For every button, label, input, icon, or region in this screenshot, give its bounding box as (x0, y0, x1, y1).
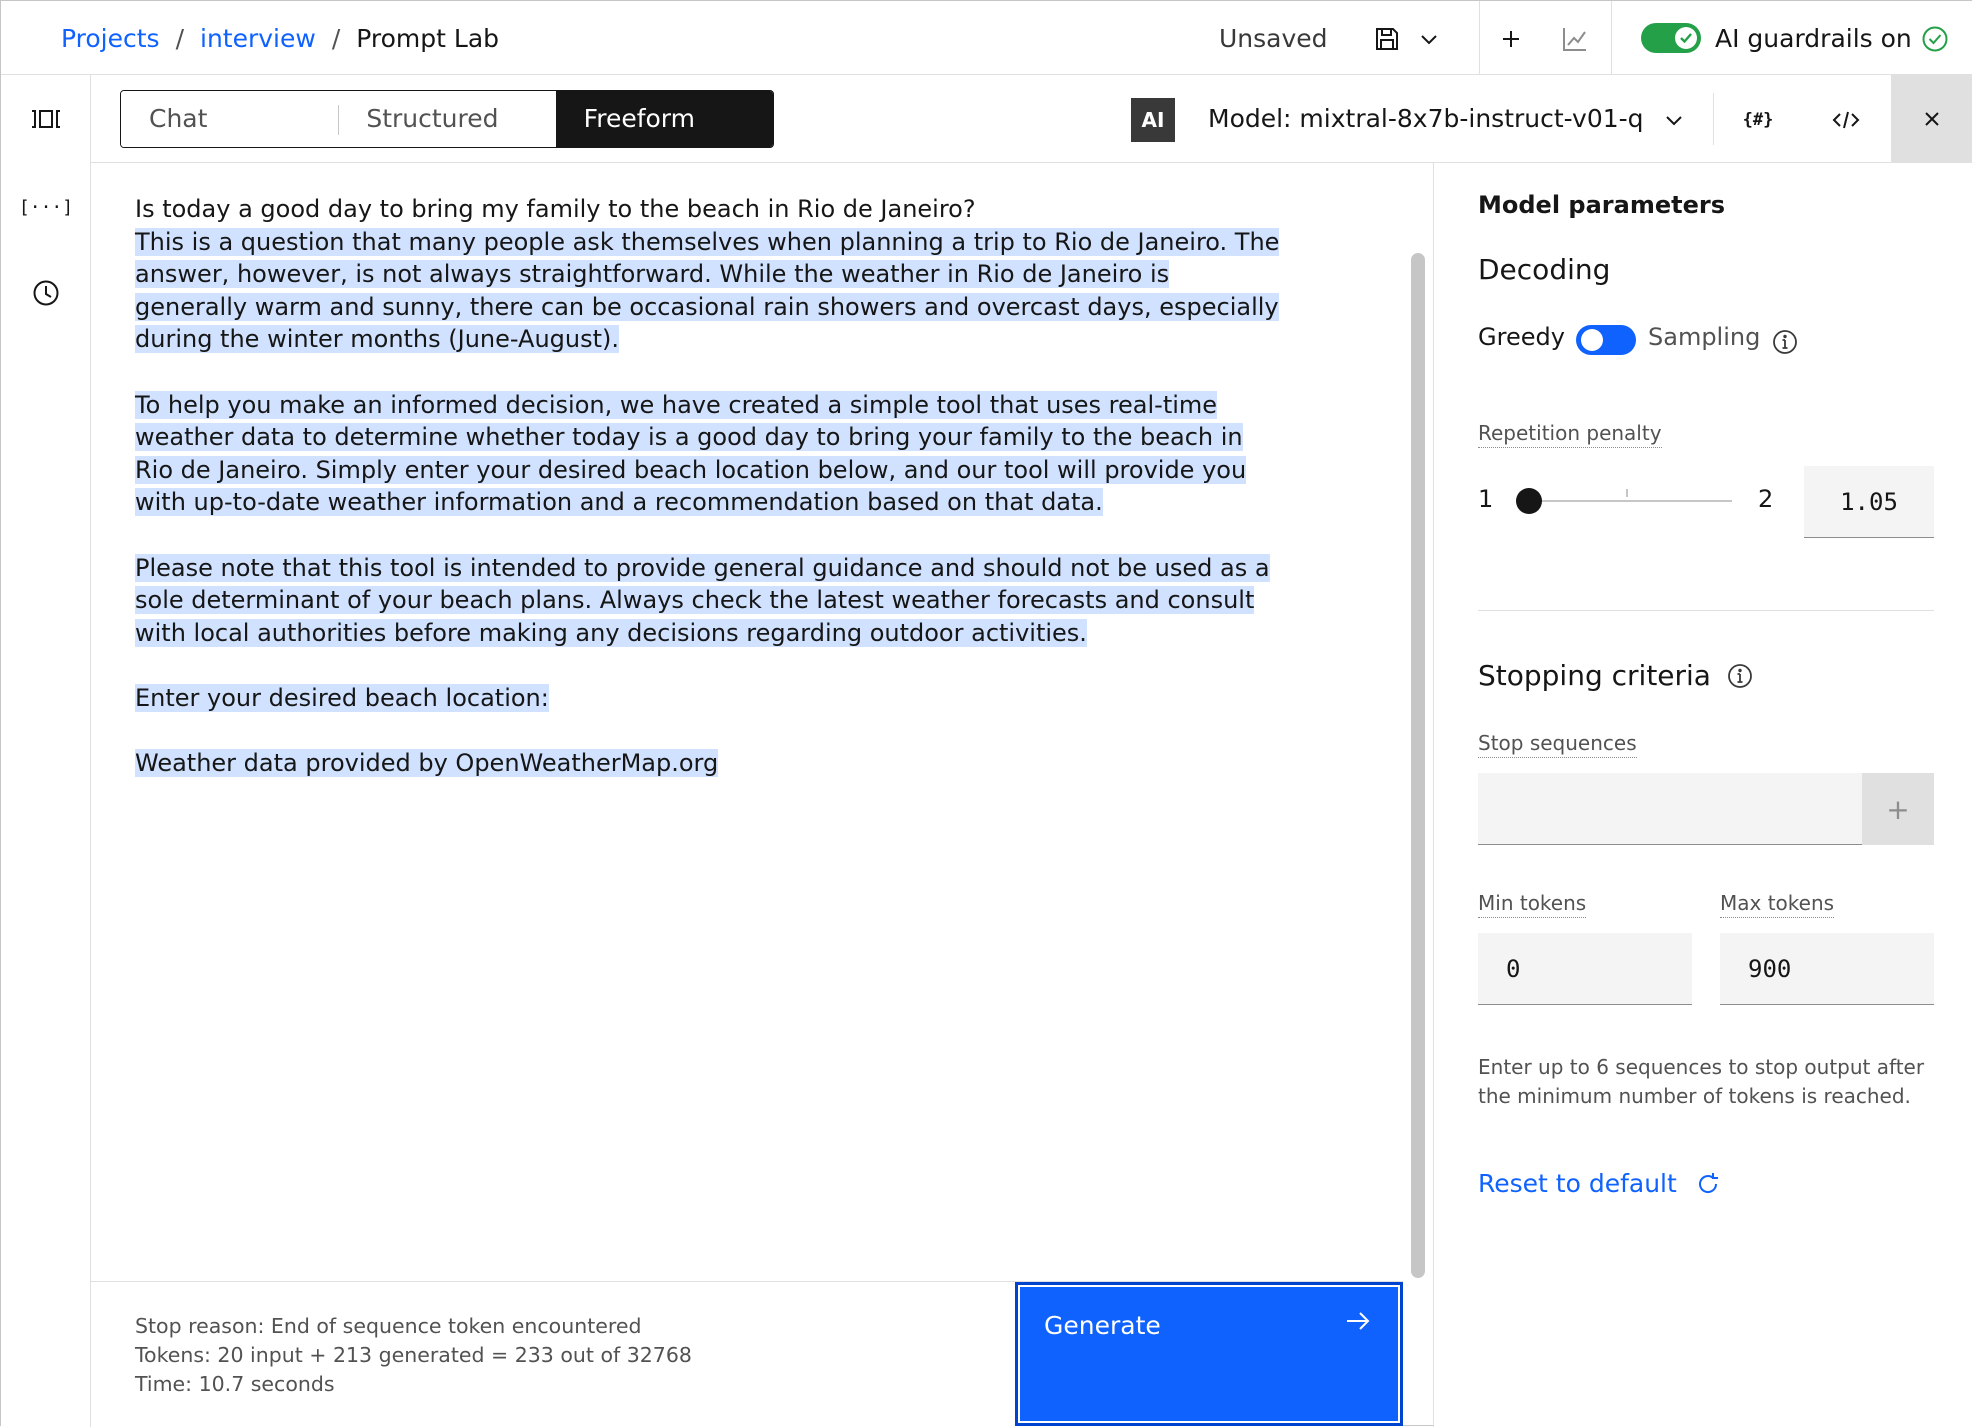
left-rail: [···] (1, 75, 91, 1427)
generate-button[interactable]: Generate (1015, 1282, 1403, 1426)
section-divider (1478, 610, 1934, 611)
add-icon[interactable] (1491, 19, 1531, 59)
prompt-text: Is today a good day to bring my family t… (135, 195, 976, 223)
generated-paragraph: Please note that this tool is intended t… (135, 553, 1270, 647)
model-parameters-panel: Model parameters Decoding Greedy Samplin… (1433, 163, 1972, 1427)
breadcrumb-current: Prompt Lab (356, 24, 500, 53)
save-icon[interactable] (1367, 19, 1407, 59)
breadcrumb-projects-link[interactable]: Projects (61, 23, 160, 55)
prompt-lab-app: Projects / interview / Prompt Lab Unsave… (0, 0, 1972, 1427)
breadcrumb-separator: / (331, 24, 341, 53)
stop-sequences-input[interactable] (1478, 773, 1862, 845)
generated-paragraph: To help you make an informed decision, w… (135, 390, 1247, 517)
repetition-penalty-label: Repetition penalty (1478, 421, 1662, 448)
editor-content[interactable]: Is today a good day to bring my family t… (135, 193, 1285, 780)
prompt-variables-icon[interactable]: [···] (19, 187, 73, 227)
generated-paragraph: Weather data provided by OpenWeatherMap.… (135, 749, 719, 778)
tab-chat[interactable]: Chat (121, 91, 339, 147)
stopping-criteria-heading: Stopping criteria (1478, 659, 1711, 692)
breadcrumb: Projects / interview / Prompt Lab (61, 23, 499, 55)
stopping-criteria-header: Stopping criteria (1478, 659, 1753, 692)
chevron-down-icon[interactable] (1409, 19, 1449, 59)
add-stop-sequence-button[interactable]: + (1862, 773, 1934, 845)
min-tokens-input[interactable]: 0 (1478, 933, 1692, 1005)
guardrails-toggle[interactable] (1641, 23, 1701, 53)
model-selector[interactable]: Model: mixtral-8x7b-instruct-v01-q (1208, 103, 1644, 135)
generation-stats: Stop reason: End of sequence token encou… (135, 1312, 692, 1399)
tab-structured[interactable]: Structured (338, 91, 556, 147)
breadcrumb-project-link[interactable]: interview (200, 23, 316, 55)
guardrails-label: AI guardrails on (1715, 24, 1912, 53)
editor-toolbar: Chat Structured Freeform AI Model: mixtr… (91, 75, 1972, 163)
check-icon (1675, 27, 1697, 49)
save-status: Unsaved (1219, 24, 1328, 53)
decoding-greedy-label: Greedy (1478, 323, 1565, 351)
decoding-heading: Decoding (1478, 253, 1611, 286)
generated-paragraph: Enter your desired beach location: (135, 683, 549, 712)
repetition-penalty-input[interactable]: 1.05 (1804, 466, 1934, 538)
header-divider (1479, 1, 1480, 75)
sample-prompts-icon[interactable] (26, 99, 66, 139)
min-tokens-label: Min tokens (1478, 891, 1587, 918)
close-icon (1925, 112, 1939, 126)
add-icon: + (1886, 792, 1910, 826)
decoding-sampling-label: Sampling (1648, 323, 1761, 351)
generation-time: Time: 10.7 seconds (135, 1372, 335, 1396)
reset-to-default-link[interactable]: Reset to default (1478, 1169, 1721, 1198)
information-icon[interactable] (1772, 329, 1798, 355)
checkmark-outline-icon (1915, 19, 1955, 59)
toolbar-divider (1713, 93, 1714, 145)
slider-min-label: 1 (1478, 485, 1494, 513)
header-divider (1611, 1, 1612, 75)
top-header: Projects / interview / Prompt Lab Unsave… (1, 1, 1972, 75)
panel-title: Model parameters (1478, 191, 1725, 219)
max-tokens-label: Max tokens (1720, 891, 1835, 918)
code-icon[interactable] (1825, 99, 1867, 141)
generation-footer: Stop reason: End of sequence token encou… (91, 1281, 1403, 1427)
reset-icon (1698, 1172, 1718, 1193)
stop-reason: Stop reason: End of sequence token encou… (135, 1314, 642, 1338)
slider-handle[interactable] (1516, 488, 1542, 514)
history-icon[interactable] (26, 273, 66, 313)
token-count: Tokens: 20 input + 213 generated = 233 o… (135, 1343, 692, 1367)
chart-icon[interactable] (1555, 19, 1595, 59)
breadcrumb-separator: / (175, 24, 184, 53)
arrow-right-icon (1344, 1307, 1372, 1341)
generated-paragraph: This is a question that many people ask … (135, 227, 1280, 354)
variables-icon[interactable]: {#} (1737, 99, 1779, 141)
close-panel-button[interactable] (1891, 75, 1972, 163)
ai-badge-icon: AI (1131, 98, 1175, 142)
prompt-editor[interactable]: Is today a good day to bring my family t… (91, 163, 1403, 1281)
stop-sequences-label: Stop sequences (1478, 731, 1637, 758)
information-icon[interactable] (1727, 663, 1753, 689)
editor-scrollbar[interactable] (1411, 253, 1425, 1278)
repetition-penalty-slider[interactable] (1532, 500, 1732, 502)
slider-tick (1626, 489, 1628, 497)
max-tokens-input[interactable]: 900 (1720, 933, 1934, 1005)
chevron-down-icon[interactable] (1653, 99, 1695, 141)
mode-switcher: Chat Structured Freeform (120, 90, 774, 148)
decoding-toggle[interactable] (1576, 325, 1636, 355)
generate-label: Generate (1044, 1311, 1161, 1340)
reset-label: Reset to default (1478, 1169, 1677, 1198)
tab-freeform[interactable]: Freeform (555, 91, 773, 147)
slider-max-label: 2 (1758, 485, 1774, 513)
stop-sequences-helper: Enter up to 6 sequences to stop output a… (1478, 1055, 1925, 1108)
